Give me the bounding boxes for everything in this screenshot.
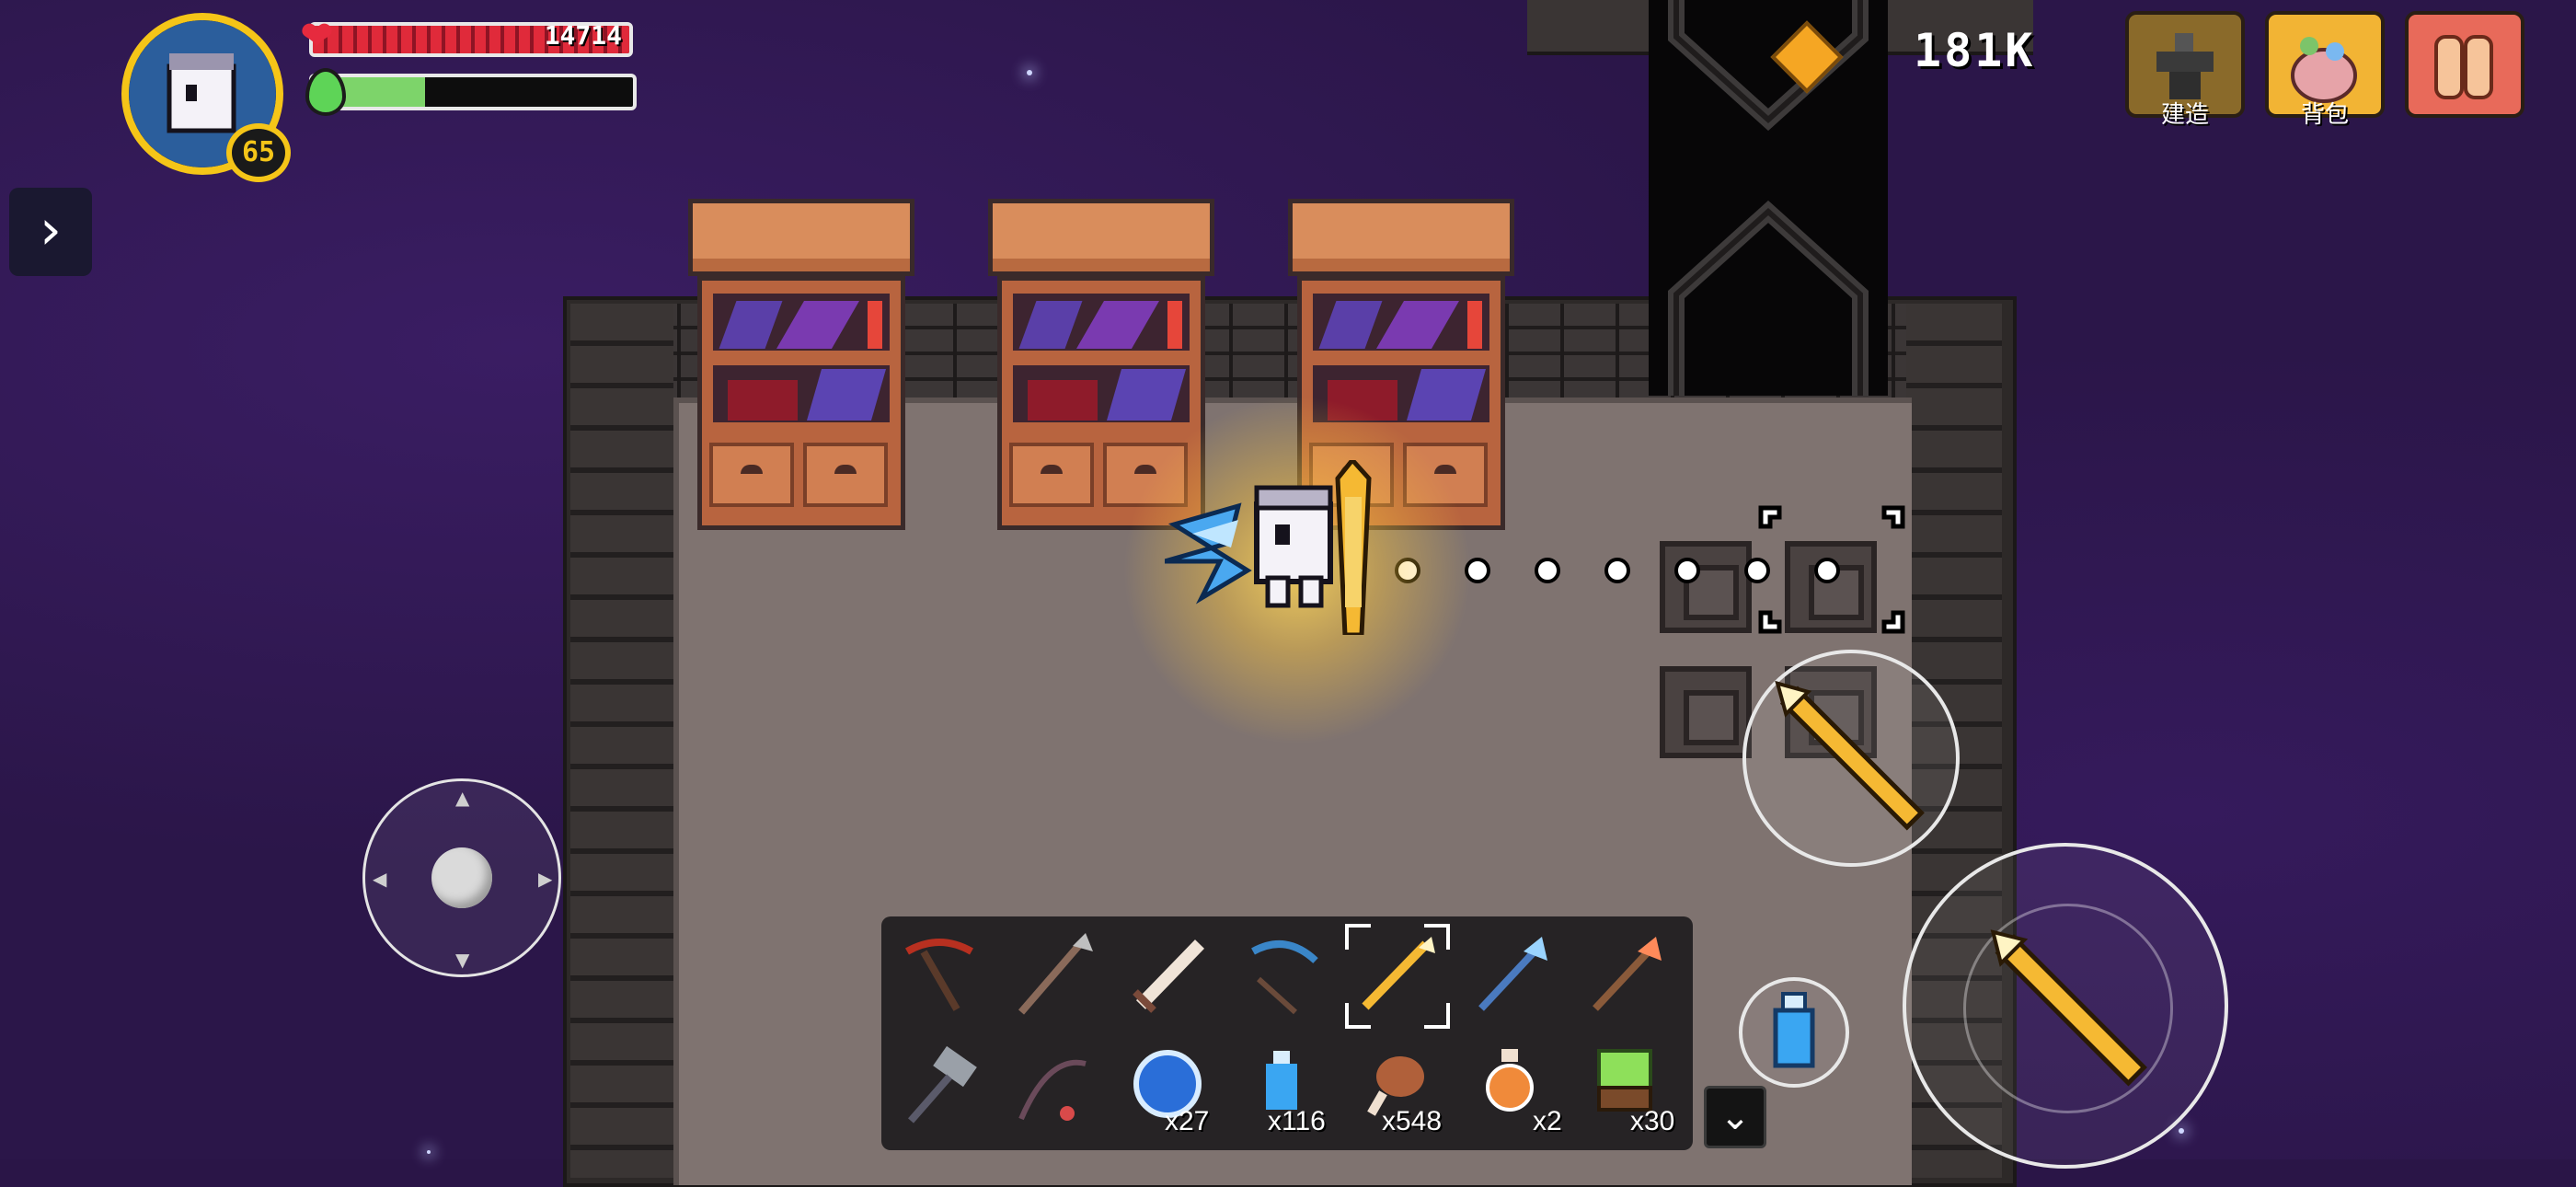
arrow-right-icon: ▶	[538, 868, 553, 890]
health-value: 14714	[544, 22, 622, 51]
joystick-knob[interactable]	[431, 847, 492, 908]
aim-dot	[1604, 558, 1630, 583]
level-badge: 65	[226, 123, 291, 182]
hotbar-slot-sword-icon[interactable]	[1117, 924, 1218, 1025]
star	[2179, 1128, 2184, 1134]
movement-joystick[interactable]: ▲ ▼ ◀ ▶	[362, 778, 561, 977]
skill-button[interactable]	[1742, 650, 1960, 867]
star	[427, 1150, 431, 1154]
build-menu-button[interactable]: 建造	[2125, 11, 2245, 129]
player-character	[1165, 460, 1372, 635]
target-marker	[1758, 505, 1905, 634]
arrow-up-icon: ▲	[455, 787, 470, 809]
item-quantity: x30	[1630, 1106, 1675, 1136]
left-wall	[570, 304, 673, 1178]
expand-hotbar-button[interactable]: ⌄	[1704, 1086, 1766, 1148]
arrow-down-icon: ▼	[455, 949, 470, 971]
bookshelf[interactable]	[688, 199, 914, 539]
selection-bracket	[1345, 1003, 1371, 1029]
heart-icon: ❤	[300, 13, 334, 60]
hotbar-slot-spear-icon[interactable]	[1003, 924, 1104, 1025]
attack-button[interactable]	[1903, 843, 2228, 1169]
selection-bracket	[1345, 924, 1371, 950]
aim-dot	[1674, 558, 1700, 583]
item-quantity: x116	[1268, 1106, 1326, 1136]
gem-count: 181K	[1914, 24, 2036, 77]
hotbar-slot-hammer-icon[interactable]	[889, 1036, 990, 1137]
floor-pad	[1660, 666, 1752, 758]
arrow-left-icon: ◀	[373, 868, 387, 890]
aim-dot	[1535, 558, 1560, 583]
side-panel-toggle[interactable]: ›	[9, 188, 92, 276]
star	[1027, 70, 1032, 75]
item-quantity: x548	[1382, 1106, 1443, 1136]
selection-bracket	[1424, 924, 1450, 950]
energy-bar	[309, 74, 637, 110]
blue-potion-icon	[1773, 992, 1815, 1068]
floor-pad	[1660, 541, 1752, 633]
hotbar: x27 x116 x548 x2 x30	[881, 916, 1693, 1150]
hotbar-slot-ice-staff-icon[interactable]	[1459, 924, 1560, 1025]
item-quantity: x2	[1533, 1106, 1562, 1136]
backpack-button[interactable]: 背包	[2265, 11, 2385, 129]
health-bar: 14714	[309, 22, 633, 57]
golden-spear-icon	[1990, 929, 2147, 1087]
bag-label: 背包	[2300, 101, 2349, 129]
golden-spear-icon	[1775, 680, 1925, 831]
item-quantity: x27	[1165, 1106, 1210, 1136]
hotbar-slot-crossbow-pickaxe-icon[interactable]	[889, 924, 990, 1025]
selection-bracket	[1424, 1003, 1450, 1029]
hotbar-slot-fire-staff-icon[interactable]	[1573, 924, 1674, 1025]
scroll-icon	[2405, 11, 2524, 118]
quest-scroll-button[interactable]	[2405, 11, 2524, 118]
hotbar-slot-bow-icon[interactable]	[1231, 924, 1332, 1025]
quick-potion-button[interactable]	[1739, 977, 1849, 1088]
build-label: 建造	[2160, 101, 2209, 129]
hotbar-slot-fishing-rod-icon[interactable]	[1003, 1036, 1104, 1137]
